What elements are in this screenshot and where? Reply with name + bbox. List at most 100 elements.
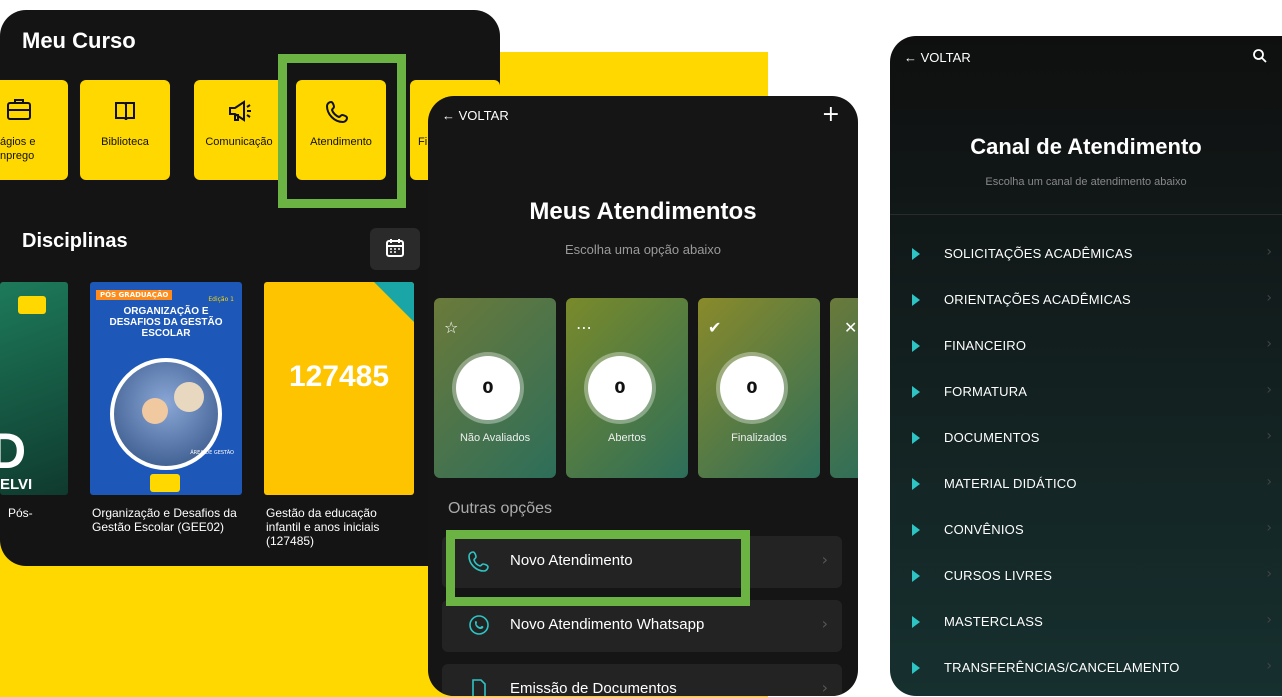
option-emissao-documentos[interactable]: Emissão de Documentos ›: [442, 664, 842, 696]
divider: [890, 214, 1282, 215]
option-novo-atendimento-whatsapp[interactable]: Novo Atendimento Whatsapp ›: [442, 600, 842, 652]
chevron-right-icon: ›: [1266, 428, 1272, 444]
triangle-icon: [912, 570, 920, 582]
channel-label: MASTERCLASS: [944, 614, 1044, 629]
whatsapp-icon: [468, 614, 490, 640]
chevron-right-icon: ›: [1266, 520, 1272, 536]
logo-badge: [18, 296, 46, 314]
channel-item[interactable]: MASTERCLASS ›: [912, 608, 1272, 638]
calendar-button[interactable]: [370, 228, 420, 270]
page-title: Meu Curso: [22, 28, 136, 53]
card-caption: Pós-: [8, 506, 33, 520]
chevron-right-icon: ›: [1266, 244, 1272, 260]
arrow-left-icon: ←: [904, 50, 917, 65]
tile-estagios[interactable]: ágios e nprego: [0, 80, 68, 180]
triangle-icon: [912, 662, 920, 674]
section-title: Disciplinas: [22, 230, 128, 252]
channel-item[interactable]: SOLICITAÇÕES ACADÊMICAS ›: [912, 240, 1272, 270]
megaphone-icon: [194, 98, 284, 124]
channel-item[interactable]: CONVÊNIOS ›: [912, 516, 1272, 546]
page-subtitle: Escolha uma opção abaixo: [564, 242, 722, 257]
tile-biblioteca[interactable]: Biblioteca: [80, 80, 170, 180]
tile-comunicacao[interactable]: Comunicação: [194, 80, 284, 180]
plus-icon: +: [821, 102, 840, 127]
stat-value: 0: [720, 356, 784, 420]
channel-label: CURSOS LIVRES: [944, 568, 1053, 583]
chevron-right-icon: ›: [821, 678, 828, 696]
badge: PÓS GRADUAÇÃO: [96, 290, 173, 300]
channel-item[interactable]: TRANSFERÊNCIAS/CANCELAMENTO ›: [912, 654, 1272, 684]
triangle-icon: [912, 340, 920, 352]
page-title: Meus Atendimentos: [529, 198, 757, 225]
chevron-right-icon: ›: [1266, 382, 1272, 398]
briefcase-icon: [0, 98, 68, 124]
stat-label: Não Avaliados: [459, 432, 531, 444]
channel-item[interactable]: ORIENTAÇÕES ACADÊMICAS ›: [912, 286, 1272, 316]
chevron-right-icon: ›: [821, 550, 828, 569]
chevron-right-icon: ›: [1266, 612, 1272, 628]
edition: Edição 1: [208, 296, 234, 303]
triangle-icon: [912, 524, 920, 536]
course-code: 127485: [288, 360, 390, 393]
course-card[interactable]: D ELVI: [0, 282, 68, 495]
option-label: Novo Atendimento Whatsapp: [510, 616, 705, 633]
stat-label: Abertos: [608, 432, 646, 444]
stat-value: 0: [588, 356, 652, 420]
triangle-icon: [912, 294, 920, 306]
course-card[interactable]: PÓS GRADUAÇÃO Edição 1 ORGANIZAÇÃO E DES…: [90, 282, 242, 495]
person-face: [174, 382, 204, 412]
stat-abertos[interactable]: ⋯ 0 Abertos: [566, 298, 688, 478]
channel-item[interactable]: DOCUMENTOS ›: [912, 424, 1272, 454]
channel-item[interactable]: FINANCEIRO ›: [912, 332, 1272, 362]
chevron-right-icon: ›: [1266, 336, 1272, 352]
star-icon: ☆: [444, 318, 459, 337]
channel-label: ORIENTAÇÕES ACADÊMICAS: [944, 292, 1131, 307]
stage: Meu Curso ágios e nprego Biblioteca Comu…: [0, 0, 1282, 697]
person-face: [142, 398, 168, 424]
back-button[interactable]: ← VOLTAR: [442, 108, 509, 123]
cover-title: ORGANIZAÇÃO E DESAFIOS DA GESTÃO ESCOLAR: [109, 306, 223, 339]
stat-label: Finalizados: [731, 432, 787, 444]
tile-label: Biblioteca: [101, 136, 149, 148]
area-label: ÁREA DE GESTÃO: [190, 450, 234, 456]
stat-nao-avaliados[interactable]: ☆ 0 Não Avaliados: [434, 298, 556, 478]
add-button[interactable]: +: [822, 102, 840, 127]
triangle-icon: [912, 616, 920, 628]
channel-item[interactable]: CURSOS LIVRES ›: [912, 562, 1272, 592]
logo-badge: [150, 474, 180, 492]
channel-label: TRANSFERÊNCIAS/CANCELAMENTO: [944, 660, 1180, 675]
stat-value: 0: [456, 356, 520, 420]
close-icon: ✕: [844, 318, 858, 337]
triangle-icon: [912, 478, 920, 490]
channel-item[interactable]: MATERIAL DIDÁTICO ›: [912, 470, 1272, 500]
cover-text: ELVI: [0, 476, 33, 493]
stat-finalizados[interactable]: ✔ 0 Finalizados: [698, 298, 820, 478]
chevron-right-icon: ›: [1266, 658, 1272, 674]
highlight-novo-atendimento: [446, 530, 750, 606]
search-button[interactable]: [1252, 48, 1268, 68]
check-icon: ✔: [708, 318, 722, 337]
channel-label: CONVÊNIOS: [944, 522, 1024, 537]
screen-meus-atendimentos: ← VOLTAR + Meus Atendimentos Escolha uma…: [428, 96, 858, 696]
triangle-icon: [912, 432, 920, 444]
chevron-right-icon: ›: [821, 614, 828, 633]
tile-label: Comunicação: [205, 136, 273, 148]
chevron-right-icon: ›: [1266, 290, 1272, 306]
screen-canal-atendimento: ← VOLTAR Canal de Atendimento Escolha um…: [890, 36, 1282, 696]
arrow-left-icon: ←: [442, 108, 455, 123]
option-label: Emissão de Documentos: [510, 680, 677, 696]
channel-item[interactable]: FORMATURA ›: [912, 378, 1272, 408]
chevron-right-icon: ›: [1266, 566, 1272, 582]
back-label: VOLTAR: [458, 108, 509, 123]
triangle-icon: [912, 248, 920, 260]
corner-fold: [374, 282, 414, 322]
calendar-icon: [386, 239, 404, 257]
cover-letter: D: [0, 423, 27, 479]
screen-meu-curso: Meu Curso ágios e nprego Biblioteca Comu…: [0, 10, 500, 566]
stat-card-partial[interactable]: ✕: [830, 298, 858, 478]
card-caption: Organização e Desafios da Gestão Escolar…: [92, 506, 237, 534]
back-button[interactable]: ← VOLTAR: [904, 50, 971, 65]
channel-label: DOCUMENTOS: [944, 430, 1040, 445]
course-card[interactable]: 127485: [264, 282, 414, 495]
page-title: Canal de Atendimento: [970, 134, 1202, 159]
